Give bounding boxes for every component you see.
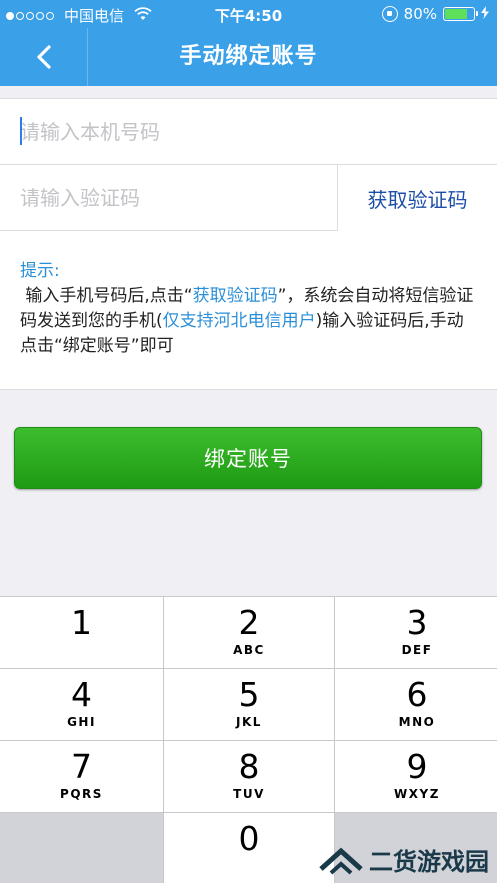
tip-link-hebei-only: 仅支持河北电信用户 xyxy=(162,311,316,331)
key-letters: GHI xyxy=(67,715,96,729)
watermark-logo-icon xyxy=(319,847,363,874)
key-letters: TUV xyxy=(233,787,265,801)
key-digit: 1 xyxy=(71,603,92,642)
status-bar: 中国电信 下午4:50 80% xyxy=(0,0,497,28)
phone-field-row xyxy=(0,99,497,165)
key-letters: PQRS xyxy=(60,787,103,801)
tip-part-1: 输入手机号码后,点击“ xyxy=(20,286,193,306)
keypad-key-0[interactable]: 0 xyxy=(164,813,334,883)
tip-link-get-code: 获取验证码 xyxy=(192,286,278,306)
code-input[interactable] xyxy=(20,177,320,218)
key-digit: 2 xyxy=(238,603,260,642)
key-digit: 4 xyxy=(71,675,92,714)
key-digit: 7 xyxy=(71,747,92,786)
key-digit: 9 xyxy=(406,747,428,786)
bind-account-button[interactable]: 绑定账号 xyxy=(14,427,482,489)
tip-text: 提示: 输入手机号码后,点击“获取验证码”，系统会自动将短信验证码发送到您的手机… xyxy=(20,259,480,359)
keypad-key-4[interactable]: 4 GHI xyxy=(0,669,163,740)
key-letters: DEF xyxy=(401,643,433,657)
key-digit: 8 xyxy=(238,747,260,786)
keypad-key-7[interactable]: 7 PQRS xyxy=(0,741,163,812)
code-field-row: 获取验证码 xyxy=(0,165,497,231)
key-letters: JKL xyxy=(236,715,262,729)
battery-percent: 80% xyxy=(403,5,437,23)
bolt-icon xyxy=(481,5,489,23)
numeric-keypad: 1 2 ABC 3 DEF 4 GHI 5 JKL 6 MNO 7 PQRS 8 TUV 9 WXYZ 0 xyxy=(0,596,497,883)
battery-icon xyxy=(443,7,478,21)
key-letters: MNO xyxy=(398,715,436,729)
watermark: 二货游戏园 xyxy=(319,842,489,877)
keypad-key-6[interactable]: 6 MNO xyxy=(335,669,497,740)
key-digit: 0 xyxy=(238,819,260,858)
tip-label: 提示: xyxy=(20,261,60,281)
rotation-lock-icon xyxy=(381,6,398,22)
key-letters: ABC xyxy=(233,643,265,657)
keypad-key-2[interactable]: 2 ABC xyxy=(164,597,334,668)
keypad-key-5[interactable]: 5 JKL xyxy=(164,669,334,740)
status-right: 80% xyxy=(381,5,489,23)
keypad-key-1[interactable]: 1 xyxy=(0,597,163,668)
phone-input[interactable] xyxy=(20,111,460,152)
keypad-key-3[interactable]: 3 DEF xyxy=(335,597,497,668)
key-digit: 5 xyxy=(238,675,260,714)
text-caret xyxy=(20,117,22,145)
keypad-key-9[interactable]: 9 WXYZ xyxy=(335,741,497,812)
key-letters: WXYZ xyxy=(394,787,440,801)
key-digit: 3 xyxy=(406,603,428,642)
keypad-key-8[interactable]: 8 TUV xyxy=(164,741,334,812)
key-digit: 6 xyxy=(406,675,428,714)
header: 中国电信 下午4:50 80% 手动绑定账号 xyxy=(0,0,497,86)
bind-form: 获取验证码 提示: 输入手机号码后,点击“获取验证码”，系统会自动将短信验证码发… xyxy=(0,98,497,390)
page-title: 手动绑定账号 xyxy=(179,44,318,69)
watermark-text: 二货游戏园 xyxy=(369,848,489,876)
keypad-blank-key xyxy=(0,813,163,883)
get-code-button[interactable]: 获取验证码 xyxy=(337,165,497,231)
